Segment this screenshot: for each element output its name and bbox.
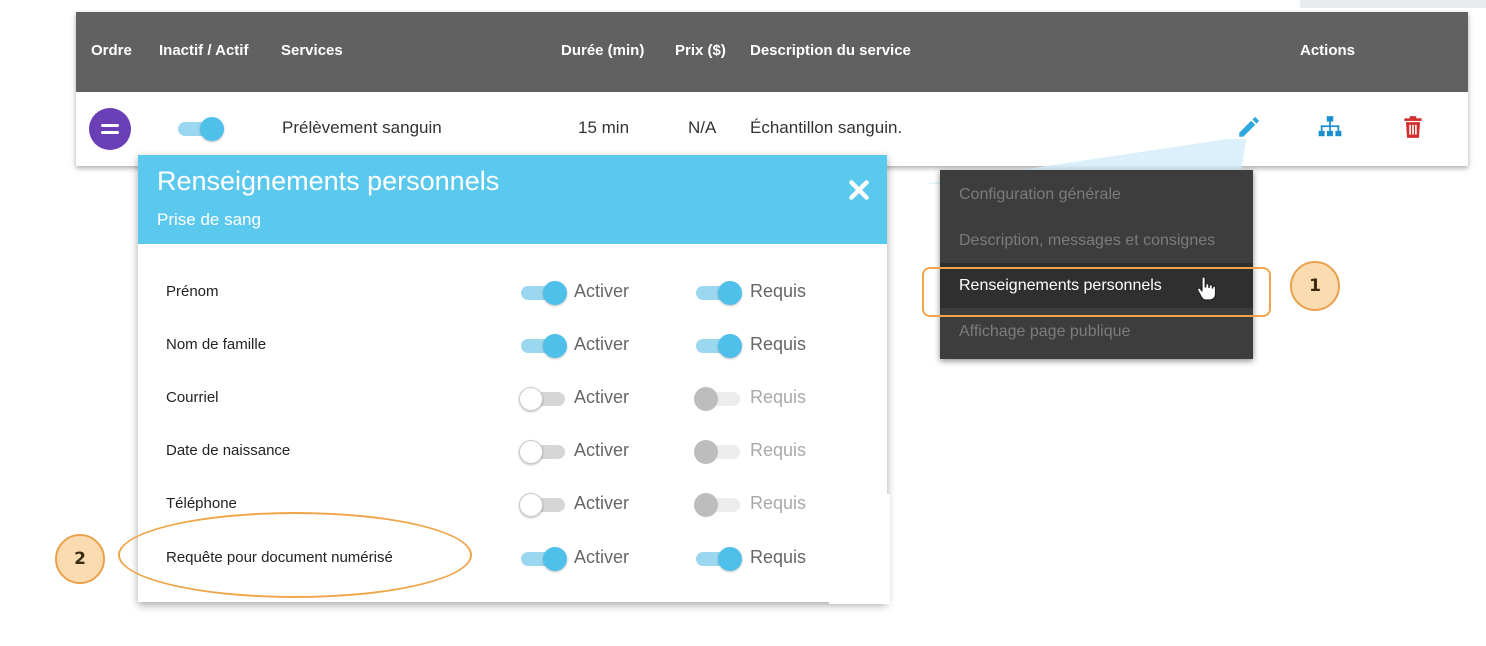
toggle-knob xyxy=(543,281,567,305)
required-label: Requis xyxy=(750,387,807,407)
field-label: Nom de famille xyxy=(166,336,267,353)
required-toggle[interactable] xyxy=(696,546,742,571)
enable-toggle[interactable] xyxy=(519,386,567,411)
required-label: Requis xyxy=(750,281,807,301)
enable-label: Activer xyxy=(574,493,630,513)
required-toggle[interactable] xyxy=(694,386,742,411)
actions-dropdown-menu: Configuration générale Description, mess… xyxy=(940,170,1253,359)
table-header: Ordre Inactif / Actif Services Durée (mi… xyxy=(76,12,1468,92)
field-label: Téléphone xyxy=(166,495,237,512)
menu-item-general-config[interactable]: Configuration générale xyxy=(959,186,1121,204)
drag-handle-icon[interactable] xyxy=(89,108,131,150)
required-toggle[interactable] xyxy=(694,439,742,464)
header-order[interactable]: Ordre xyxy=(91,42,132,59)
toggle-knob xyxy=(694,493,718,517)
field-label: Prénom xyxy=(166,283,219,300)
enable-label: Activer xyxy=(574,334,630,354)
toggle-knob xyxy=(694,387,718,411)
toggle-knob xyxy=(718,547,742,571)
enable-toggle[interactable] xyxy=(519,492,567,517)
dialog-header: Renseignements personnels Prise de sang xyxy=(138,155,887,244)
menu-item-public-page[interactable]: Affichage page publique xyxy=(959,323,1130,341)
required-toggle[interactable] xyxy=(696,280,742,305)
required-toggle[interactable] xyxy=(696,333,742,358)
step-badge-1: 1 xyxy=(1290,261,1340,311)
enable-label: Activer xyxy=(574,547,630,567)
dialog-subtitle: Prise de sang xyxy=(157,210,261,229)
service-price: N/A xyxy=(688,118,717,137)
enable-label: Activer xyxy=(574,281,630,301)
toggle-knob xyxy=(694,440,718,464)
highlight-ellipse-document-field xyxy=(118,512,472,598)
highlight-box-menu-item xyxy=(922,267,1271,317)
toggle-knob xyxy=(200,117,224,141)
enable-toggle[interactable] xyxy=(519,439,567,464)
sitemap-icon[interactable] xyxy=(1317,114,1343,140)
enable-toggle[interactable] xyxy=(521,280,567,305)
close-icon[interactable] xyxy=(846,177,872,203)
header-active[interactable]: Inactif / Actif xyxy=(159,42,248,59)
service-active-toggle[interactable] xyxy=(178,116,224,141)
enable-toggle[interactable] xyxy=(521,333,567,358)
dialog-edge-patch xyxy=(829,494,890,604)
field-label: Date de naissance xyxy=(166,442,291,459)
toggle-knob xyxy=(519,493,543,517)
service-description: Échantillon sanguin. xyxy=(750,118,903,137)
toggle-knob xyxy=(718,334,742,358)
toggle-knob xyxy=(543,334,567,358)
pencil-icon[interactable] xyxy=(1236,114,1262,140)
services-table: Ordre Inactif / Actif Services Durée (mi… xyxy=(76,12,1468,166)
toggle-knob xyxy=(519,440,543,464)
step-badge-2: 2 xyxy=(55,534,105,584)
trash-icon[interactable] xyxy=(1400,114,1426,140)
required-label: Requis xyxy=(750,334,807,354)
enable-label: Activer xyxy=(574,387,630,407)
required-label: Requis xyxy=(750,440,807,460)
top-right-bar xyxy=(1300,0,1486,8)
dialog-title: Renseignements personnels xyxy=(157,166,500,196)
header-price[interactable]: Prix ($) xyxy=(675,42,726,59)
header-description[interactable]: Description du service xyxy=(750,42,911,59)
service-name: Prélèvement sanguin xyxy=(282,118,442,137)
field-label: Courriel xyxy=(166,389,219,406)
required-label: Requis xyxy=(750,493,807,513)
enable-toggle[interactable] xyxy=(521,546,567,571)
toggle-knob xyxy=(543,547,567,571)
required-label: Requis xyxy=(750,547,807,567)
toggle-knob xyxy=(519,387,543,411)
header-actions: Actions xyxy=(1300,42,1356,59)
header-duration[interactable]: Durée (min) xyxy=(561,42,644,59)
toggle-knob xyxy=(718,281,742,305)
enable-label: Activer xyxy=(574,440,630,460)
header-services[interactable]: Services xyxy=(281,42,343,59)
required-toggle[interactable] xyxy=(694,492,742,517)
menu-item-description[interactable]: Description, messages et consignes xyxy=(959,232,1215,250)
service-duration: 15 min xyxy=(578,118,630,137)
